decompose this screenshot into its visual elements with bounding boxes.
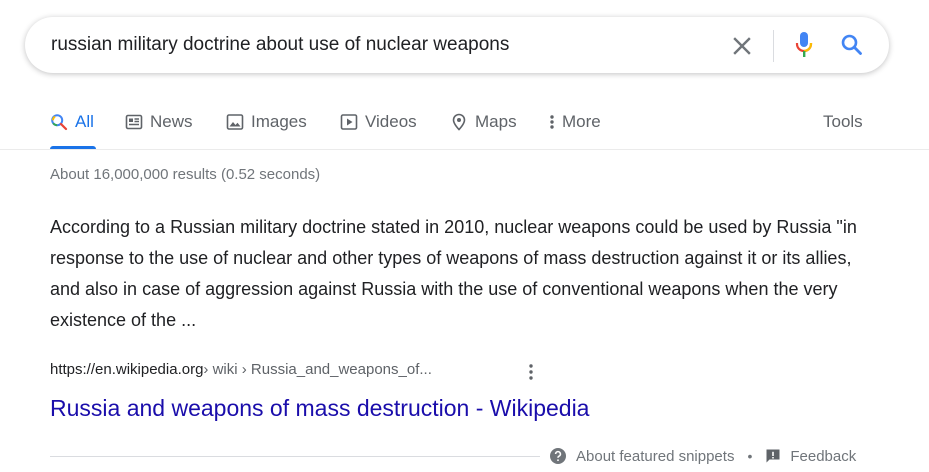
tabs-divider	[0, 149, 929, 150]
search-input[interactable]	[51, 33, 701, 57]
tab-label: Videos	[365, 112, 417, 131]
search-icon	[841, 34, 862, 55]
tools-label: Tools	[823, 112, 863, 131]
tab-label: All	[75, 112, 94, 131]
about-featured-snippets-link[interactable]: About featured snippets	[549, 447, 734, 465]
citation-domain: https://en.wikipedia.org	[50, 361, 204, 378]
tab-maps[interactable]: Maps	[450, 110, 517, 134]
help-icon	[550, 448, 566, 464]
feedback-label: Feedback	[790, 447, 857, 465]
result-citation: https://en.wikipedia.org › wiki › Russia…	[50, 361, 432, 378]
close-icon	[733, 37, 751, 55]
tab-more[interactable]: More	[547, 110, 601, 134]
feedback-icon	[766, 449, 780, 463]
tab-label: Maps	[475, 112, 517, 131]
featured-snippet-text: According to a Russian military doctrine…	[50, 217, 857, 330]
tab-all[interactable]: All	[50, 110, 94, 134]
tab-label: News	[150, 112, 193, 131]
search-tabs: All News Images Videos Maps More Tools	[0, 100, 929, 150]
result-stats: About 16,000,000 results (0.52 seconds)	[50, 166, 321, 183]
result-options-button[interactable]	[521, 362, 541, 382]
about-label: About featured snippets	[576, 447, 735, 465]
feedback-link[interactable]: Feedback	[765, 448, 856, 465]
search-results-page: All News Images Videos	[0, 0, 929, 472]
footer-separator: •	[747, 448, 753, 464]
search-icon	[51, 114, 68, 131]
tools-button[interactable]: Tools	[823, 110, 863, 134]
search-box	[25, 17, 889, 73]
tab-news[interactable]: News	[125, 110, 193, 134]
microphone-icon	[795, 32, 813, 57]
snippet-footer: About featured snippets • Feedback	[549, 445, 856, 467]
more-vert-icon	[529, 364, 533, 380]
tab-images[interactable]: Images	[226, 110, 307, 134]
more-vert-icon	[550, 115, 554, 129]
video-icon	[340, 114, 358, 130]
image-icon	[226, 114, 244, 130]
tab-label: More	[562, 112, 601, 131]
tab-label: Images	[251, 112, 307, 131]
map-pin-icon	[452, 113, 466, 131]
snippet-divider	[50, 456, 540, 457]
result-title-link[interactable]: Russia and weapons of mass destruction -…	[50, 392, 589, 424]
tab-videos[interactable]: Videos	[340, 110, 417, 134]
search-box-divider	[773, 30, 774, 62]
voice-search-button[interactable]	[789, 29, 819, 61]
search-button[interactable]	[837, 30, 867, 60]
news-icon	[125, 114, 143, 130]
clear-search-button[interactable]	[728, 32, 756, 60]
citation-path: › wiki › Russia_and_weapons_of...	[203, 361, 432, 378]
